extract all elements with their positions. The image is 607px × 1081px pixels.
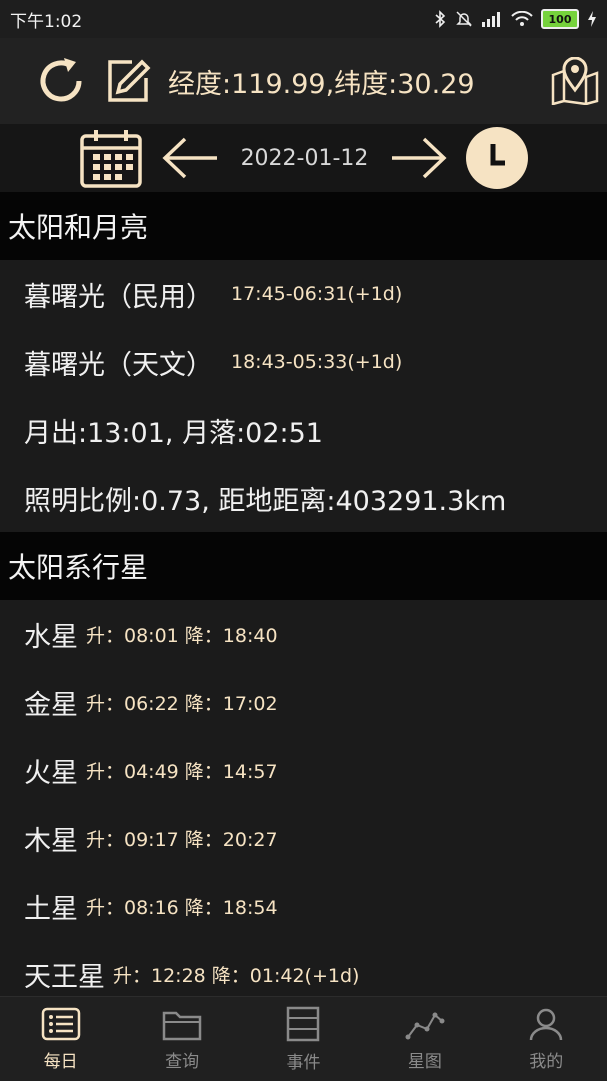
planet-row: 金星 升：06:22 降：17:02 bbox=[24, 668, 604, 736]
section-header-planets: 太阳系行星 bbox=[0, 532, 607, 600]
nav-label: 星图 bbox=[407, 1051, 442, 1072]
nav-query[interactable]: 查询 bbox=[127, 1007, 237, 1072]
planet-name: 火星 bbox=[24, 757, 78, 789]
planet-times: 升：12:28 降：01:42(+1d) bbox=[113, 964, 360, 987]
nav-label: 我的 bbox=[529, 1051, 564, 1072]
civil-twilight-value: 17:45-06:31(+1d) bbox=[231, 283, 403, 305]
nav-star-map[interactable]: 星图 bbox=[370, 1007, 480, 1072]
toolbar: 经度:119.99,纬度:30.29 bbox=[0, 38, 607, 124]
planet-times: 升：06:22 降：17:02 bbox=[86, 692, 278, 715]
mute-icon bbox=[456, 11, 472, 27]
planet-times: 升：04:49 降：14:57 bbox=[86, 760, 278, 783]
planet-name: 木星 bbox=[24, 825, 78, 857]
status-icons: 100 bbox=[433, 9, 597, 29]
astro-twilight-value: 18:43-05:33(+1d) bbox=[231, 351, 403, 373]
nav-label: 查询 bbox=[165, 1051, 200, 1072]
map-location-icon[interactable] bbox=[550, 57, 600, 105]
current-date[interactable]: 2022-01-12 bbox=[241, 146, 369, 171]
nav-label: 每日 bbox=[43, 1051, 78, 1072]
moon-illumination-row: 照明比例:0.73, 距地距离:403291.3km bbox=[24, 464, 604, 532]
constellation-icon bbox=[405, 1012, 445, 1039]
coordinates-label: 经度:119.99,纬度:30.29 bbox=[168, 68, 475, 100]
prev-day-arrow-icon[interactable] bbox=[161, 136, 219, 180]
next-day-arrow-icon[interactable] bbox=[390, 136, 448, 180]
nav-label: 事件 bbox=[286, 1052, 321, 1073]
server-list-icon bbox=[287, 1006, 320, 1041]
bluetooth-icon bbox=[435, 10, 446, 28]
calendar-icon[interactable] bbox=[79, 128, 143, 188]
planet-row: 木星 升：09:17 降：20:27 bbox=[24, 804, 604, 872]
planet-times: 升：08:01 降：18:40 bbox=[86, 624, 278, 647]
astro-twilight-label: 暮曙光（天文） bbox=[24, 349, 213, 381]
signal-icon bbox=[482, 12, 500, 27]
moon-rise-set-row: 月出:13:01, 月落:02:51 bbox=[24, 396, 604, 464]
status-bar: 下午1:02 100 bbox=[0, 0, 607, 38]
nav-daily[interactable]: 每日 bbox=[6, 1007, 116, 1072]
date-bar: 2022-01-12 bbox=[0, 124, 607, 192]
planet-name: 水星 bbox=[24, 621, 78, 653]
status-time: 下午1:02 bbox=[10, 11, 83, 32]
planet-row: 火星 升：04:49 降：14:57 bbox=[24, 736, 604, 804]
planet-times: 升：08:16 降：18:54 bbox=[86, 896, 278, 919]
nav-events[interactable]: 事件 bbox=[248, 1006, 358, 1073]
battery-icon: 100 bbox=[541, 9, 579, 29]
planet-row: 水星 升：08:01 降：18:40 bbox=[24, 600, 604, 668]
bottom-nav: 每日 查询 事件 星图 我的 bbox=[0, 996, 607, 1081]
planet-row: 土星 升：08:16 降：18:54 bbox=[24, 872, 604, 940]
charging-icon bbox=[588, 11, 596, 27]
section-header-sun-moon: 太阳和月亮 bbox=[0, 192, 607, 260]
nav-mine[interactable]: 我的 bbox=[491, 1007, 601, 1072]
folder-icon bbox=[162, 1011, 202, 1040]
edit-icon[interactable] bbox=[106, 58, 152, 104]
planet-name: 天王星 bbox=[24, 961, 105, 993]
planet-name: 金星 bbox=[24, 689, 78, 721]
moon-illumination-text: 照明比例:0.73, 距地距离:403291.3km bbox=[24, 485, 507, 517]
refresh-icon[interactable] bbox=[32, 52, 90, 110]
planet-name: 土星 bbox=[24, 893, 78, 925]
astro-twilight-row: 暮曙光（天文） 18:43-05:33(+1d) bbox=[24, 328, 604, 396]
wifi-icon bbox=[511, 11, 533, 26]
list-icon bbox=[41, 1007, 80, 1040]
user-icon bbox=[530, 1008, 563, 1040]
civil-twilight-row: 暮曙光（民用） 17:45-06:31(+1d) bbox=[24, 260, 604, 328]
civil-twilight-label: 暮曙光（民用） bbox=[24, 281, 213, 313]
clock-icon[interactable] bbox=[466, 127, 529, 189]
planet-times: 升：09:17 降：20:27 bbox=[86, 828, 278, 851]
moon-rise-set-text: 月出:13:01, 月落:02:51 bbox=[24, 417, 323, 449]
